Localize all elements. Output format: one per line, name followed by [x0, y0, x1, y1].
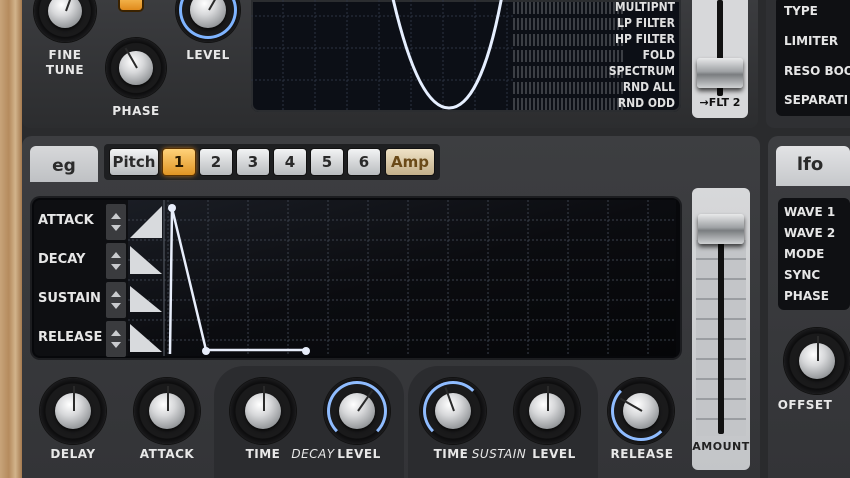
segment-sustain-label: SUSTAIN	[38, 291, 101, 306]
lfo-param-mode[interactable]: MODE	[784, 247, 824, 261]
lfo-param-wave1[interactable]: WAVE 1	[784, 205, 835, 219]
param-type[interactable]: TYPE	[784, 4, 818, 18]
target-pitch-button[interactable]: Pitch	[110, 149, 158, 175]
target-amp-button[interactable]: Amp	[386, 149, 434, 175]
amount-fader-track[interactable]	[718, 214, 724, 434]
target-6-button[interactable]: 6	[348, 149, 380, 175]
param-separation[interactable]: SEPARATI	[784, 93, 848, 107]
lfo-param-phase[interactable]: PHASE	[784, 289, 829, 303]
phase-knob[interactable]	[106, 38, 166, 98]
amount-label: AMOUNT	[692, 440, 750, 453]
segment-attack-label: ATTACK	[38, 213, 94, 228]
phase-label: PHASE	[112, 104, 160, 118]
updown-arrows-icon	[111, 291, 121, 309]
envelope-graph[interactable]	[128, 200, 676, 356]
mode-lp-filter[interactable]: LP FILTER	[617, 16, 675, 30]
attack-label: ATTACK	[139, 447, 195, 461]
release-curve-stepper[interactable]	[106, 321, 126, 357]
mode-multipnt[interactable]: MULTIPNT	[615, 0, 675, 14]
decay-time-knob[interactable]	[230, 378, 296, 444]
decay-level-knob[interactable]	[324, 378, 390, 444]
updown-arrows-icon	[111, 252, 121, 270]
sustain-time-knob[interactable]	[420, 378, 486, 444]
target-5-button[interactable]: 5	[311, 149, 343, 175]
eg-tab-label: eg	[52, 156, 76, 176]
delay-knob[interactable]	[40, 378, 106, 444]
sustain-group-label: SUSTAIN	[471, 447, 527, 461]
flt2-label: →FLT 2	[699, 96, 741, 109]
decay-level-label: LEVEL	[337, 447, 381, 461]
arrow-right-icon: →	[699, 96, 709, 109]
wood-side-panel	[0, 0, 22, 478]
segment-decay-label: DECAY	[38, 252, 86, 267]
param-limiter[interactable]: LIMITER	[784, 34, 838, 48]
mode-rnd-all[interactable]: RND ALL	[623, 80, 675, 94]
release-node[interactable]	[302, 347, 310, 355]
mode-spectrum[interactable]: SPECTRUM	[609, 64, 675, 78]
target-4-button[interactable]: 4	[274, 149, 306, 175]
param-reso-boost[interactable]: RESO BOOS	[784, 64, 850, 78]
attack-node[interactable]	[168, 204, 176, 212]
lfo-param-wave2[interactable]: WAVE 2	[784, 226, 835, 240]
sustain-level-label: LEVEL	[532, 447, 576, 461]
lfo-param-sync[interactable]: SYNC	[784, 268, 820, 282]
waveform-display: MULTIPNT LP FILTER HP FILTER FOLD SPECTR…	[251, 0, 681, 112]
target-2-button[interactable]: 2	[200, 149, 232, 175]
target-3-button[interactable]: 3	[237, 149, 269, 175]
amount-fader-handle[interactable]	[698, 214, 744, 244]
decay-node[interactable]	[202, 347, 210, 355]
sustain-level-knob[interactable]	[514, 378, 580, 444]
fine-tune-label: FINE TUNE	[45, 48, 85, 77]
decay-time-label: TIME	[245, 447, 281, 461]
release-label: RELEASE	[610, 447, 674, 461]
attack-curve-stepper[interactable]	[106, 204, 126, 240]
attack-knob[interactable]	[134, 378, 200, 444]
target-1-button[interactable]: 1	[163, 149, 195, 175]
mode-fold[interactable]: FOLD	[643, 48, 675, 62]
updown-arrows-icon	[111, 330, 121, 348]
mode-rnd-odd[interactable]: RND ODD	[618, 96, 675, 110]
osc-enable-button[interactable]	[120, 0, 142, 10]
release-knob[interactable]	[608, 378, 674, 444]
updown-arrows-icon	[111, 213, 121, 231]
lfo-tab-label: lfo	[796, 154, 824, 175]
decay-curve-stepper[interactable]	[106, 243, 126, 279]
mode-hp-filter[interactable]: HP FILTER	[615, 32, 675, 46]
osc-level-label: LEVEL	[186, 48, 230, 62]
delay-label: DELAY	[50, 447, 96, 461]
flt2-fader-handle[interactable]	[697, 58, 743, 88]
sustain-curve-stepper[interactable]	[106, 282, 126, 318]
lfo-offset-label: OFFSET	[777, 398, 833, 412]
segment-release-label: RELEASE	[38, 330, 103, 345]
lfo-offset-knob[interactable]	[784, 328, 850, 394]
